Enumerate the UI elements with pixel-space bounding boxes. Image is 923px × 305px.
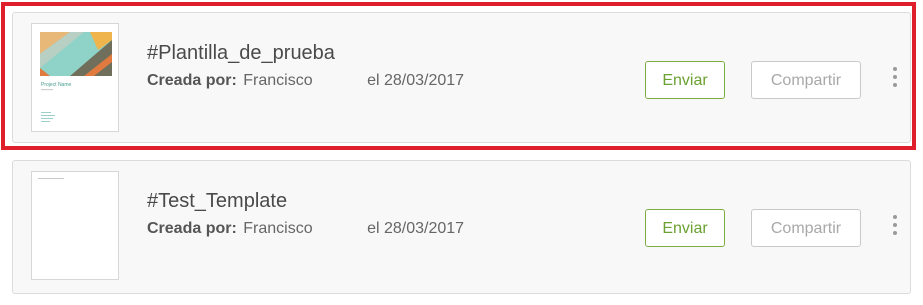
redacted-surname [313,222,359,236]
template-thumbnail[interactable] [31,171,119,280]
template-blank-page-image [32,172,118,279]
share-button[interactable]: Compartir [751,61,861,99]
template-title: #Test_Template [147,190,288,212]
template-cover-image: Project Name [32,24,118,131]
template-title: #Plantilla_de_prueba [147,42,335,64]
template-meta: Creada por: Francisco el 28/03/2017 [147,220,464,238]
template-card[interactable]: Project Name #Plantilla_de_prueba Creada… [12,12,911,143]
share-button[interactable]: Compartir [751,209,861,247]
created-by-label: Creada por: [147,72,237,89]
more-vertical-icon[interactable] [889,215,901,241]
redacted-surname [313,74,359,88]
template-meta: Creada por: Francisco el 28/03/2017 [147,72,464,90]
template-thumbnail[interactable]: Project Name [31,23,119,132]
thumbnail-project-name: Project Name [41,82,72,88]
created-by-label: Creada por: [147,220,237,237]
created-date: el 28/03/2017 [367,72,465,89]
author-name: Francisco [243,72,313,89]
template-card[interactable]: #Test_Template Creada por: Francisco el … [12,160,911,294]
author-name: Francisco [243,220,313,237]
created-date: el 28/03/2017 [367,220,465,237]
send-button[interactable]: Enviar [645,61,725,99]
send-button[interactable]: Enviar [645,209,725,247]
more-vertical-icon[interactable] [889,67,901,93]
